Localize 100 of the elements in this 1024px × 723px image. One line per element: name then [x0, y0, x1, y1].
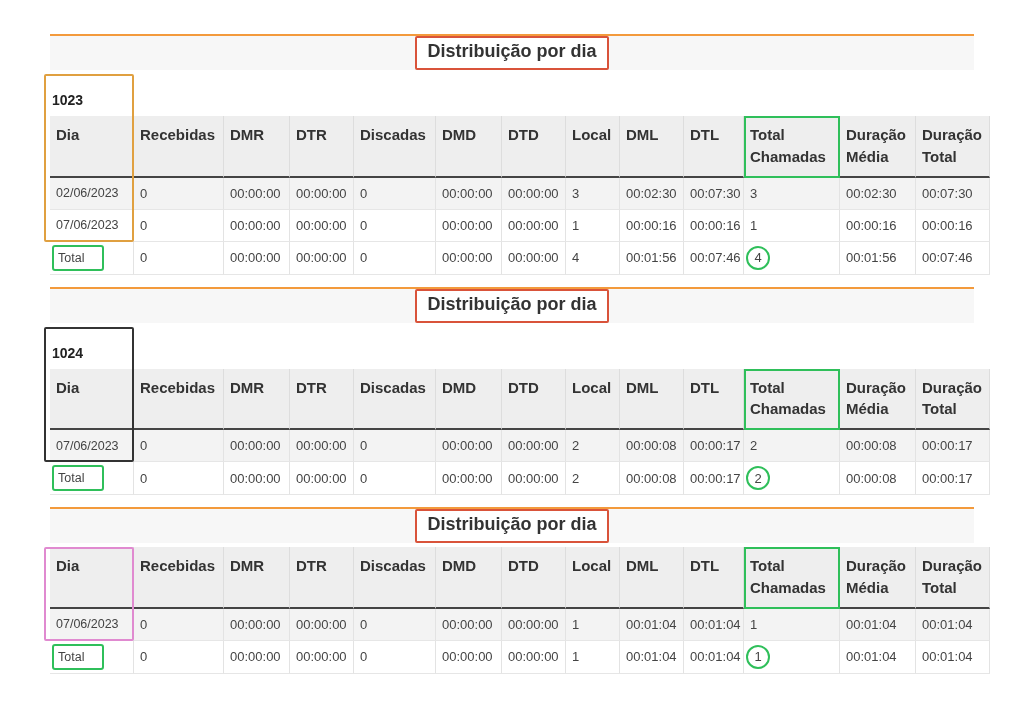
table-cell: 3: [744, 177, 840, 210]
table-cell: 0: [134, 241, 224, 275]
table-cell: 00:00:17: [916, 430, 990, 462]
column-header: Recebidas: [134, 368, 224, 430]
table-cell: 00:00:00: [502, 209, 566, 242]
table-cell: Total: [52, 643, 105, 670]
table-cell: 07/06/2023: [50, 608, 134, 641]
table-cell: 1: [566, 640, 620, 674]
table-cell: 0: [354, 462, 436, 495]
table-cell: 00:00:00: [502, 608, 566, 641]
column-header: DTL: [684, 368, 744, 430]
table-cell: 0: [354, 209, 436, 242]
table-cell: 00:00:16: [620, 209, 684, 242]
group-label: 1023: [51, 91, 85, 110]
table-cell: 1: [746, 644, 770, 669]
table-cell: 0: [354, 430, 436, 462]
table-cell: 00:00:00: [502, 241, 566, 275]
table-cell: 0: [134, 462, 224, 495]
table-cell: 00:00:17: [684, 430, 744, 462]
table-cell: 00:01:04: [916, 640, 990, 674]
table-cell: 00:00:17: [684, 462, 744, 495]
table-cell: 00:00:00: [502, 177, 566, 210]
column-header: Dia: [50, 368, 134, 430]
table-cell: 00:07:30: [916, 177, 990, 210]
column-header: Recebidas: [134, 116, 224, 178]
column-header: DMD: [436, 368, 502, 430]
table-cell: 00:01:04: [840, 640, 916, 674]
column-header: Recebidas: [134, 547, 224, 609]
table-cell: 0: [354, 640, 436, 674]
column-header: Duração Total: [916, 116, 990, 178]
column-header: DML: [620, 368, 684, 430]
column-header: DML: [620, 547, 684, 609]
table-cell: 00:01:04: [684, 608, 744, 641]
table-cell: 00:00:00: [290, 241, 354, 275]
table-cell: 2: [746, 466, 770, 490]
table-cell: 00:00:00: [290, 640, 354, 674]
column-header: DMR: [224, 368, 290, 430]
table-cell: 00:00:00: [436, 177, 502, 210]
column-header: Duração Média: [840, 116, 916, 178]
table-cell: 4: [746, 245, 770, 270]
table-cell: 1: [566, 608, 620, 641]
column-header: DTR: [290, 116, 354, 178]
table-cell: 0: [354, 608, 436, 641]
table-cell: 00:00:00: [224, 608, 290, 641]
table-cell: 1: [566, 209, 620, 242]
section-title: Distribuição por dia: [415, 288, 609, 323]
table-cell: 00:00:00: [436, 209, 502, 242]
table-cell: 00:00:00: [502, 462, 566, 495]
table-cell: 00:00:00: [436, 241, 502, 275]
column-header: Discadas: [354, 547, 436, 609]
table-cell: 0: [134, 608, 224, 641]
column-header: Duração Média: [840, 368, 916, 430]
table-cell: 00:00:00: [290, 462, 354, 495]
column-header: DMD: [436, 116, 502, 178]
table-cell: 00:00:00: [290, 177, 354, 210]
table-cell: 00:01:56: [840, 241, 916, 275]
table-cell: 00:00:16: [684, 209, 744, 242]
column-header: Total Chamadas: [744, 368, 840, 430]
column-header: Discadas: [354, 368, 436, 430]
table-cell: 02/06/2023: [50, 177, 134, 210]
column-header: Local: [566, 116, 620, 178]
table-cell: 00:00:00: [224, 177, 290, 210]
table-cell: 00:00:00: [436, 640, 502, 674]
column-header: DML: [620, 116, 684, 178]
table-cell: 0: [134, 640, 224, 674]
column-header: Total Chamadas: [744, 547, 840, 609]
column-header: Dia: [50, 547, 134, 609]
table-cell: 00:01:04: [916, 608, 990, 641]
table-cell: 00:00:16: [840, 209, 916, 242]
table-cell: 00:00:08: [620, 462, 684, 495]
column-header: DTL: [684, 547, 744, 609]
section-title: Distribuição por dia: [415, 509, 609, 543]
column-header: DMR: [224, 116, 290, 178]
column-header: Total Chamadas: [744, 116, 840, 178]
table-cell: 00:02:30: [840, 177, 916, 210]
column-header: DTD: [502, 116, 566, 178]
table-cell: 00:07:46: [684, 241, 744, 275]
column-header: DTD: [502, 368, 566, 430]
table-cell: 2: [744, 430, 840, 462]
table-cell: 00:00:08: [840, 462, 916, 495]
column-header: DTD: [502, 547, 566, 609]
table-cell: 2: [566, 462, 620, 495]
column-header: Local: [566, 368, 620, 430]
table-cell: Total: [52, 244, 105, 271]
table-cell: 00:00:08: [840, 430, 916, 462]
table-cell: 00:00:00: [436, 430, 502, 462]
column-header: DMD: [436, 547, 502, 609]
table-cell: 00:00:00: [290, 209, 354, 242]
table-cell: 00:01:04: [684, 640, 744, 674]
column-header: Discadas: [354, 116, 436, 178]
column-header: DTL: [684, 116, 744, 178]
column-header: Duração Total: [916, 368, 990, 430]
column-header: DMR: [224, 547, 290, 609]
table-cell: Total: [52, 465, 105, 491]
table-cell: 0: [354, 241, 436, 275]
section-title: Distribuição por dia: [415, 36, 609, 70]
table-cell: 00:01:04: [840, 608, 916, 641]
table-cell: 0: [354, 177, 436, 210]
table-cell: 00:00:00: [290, 430, 354, 462]
table-cell: 00:01:04: [620, 608, 684, 641]
